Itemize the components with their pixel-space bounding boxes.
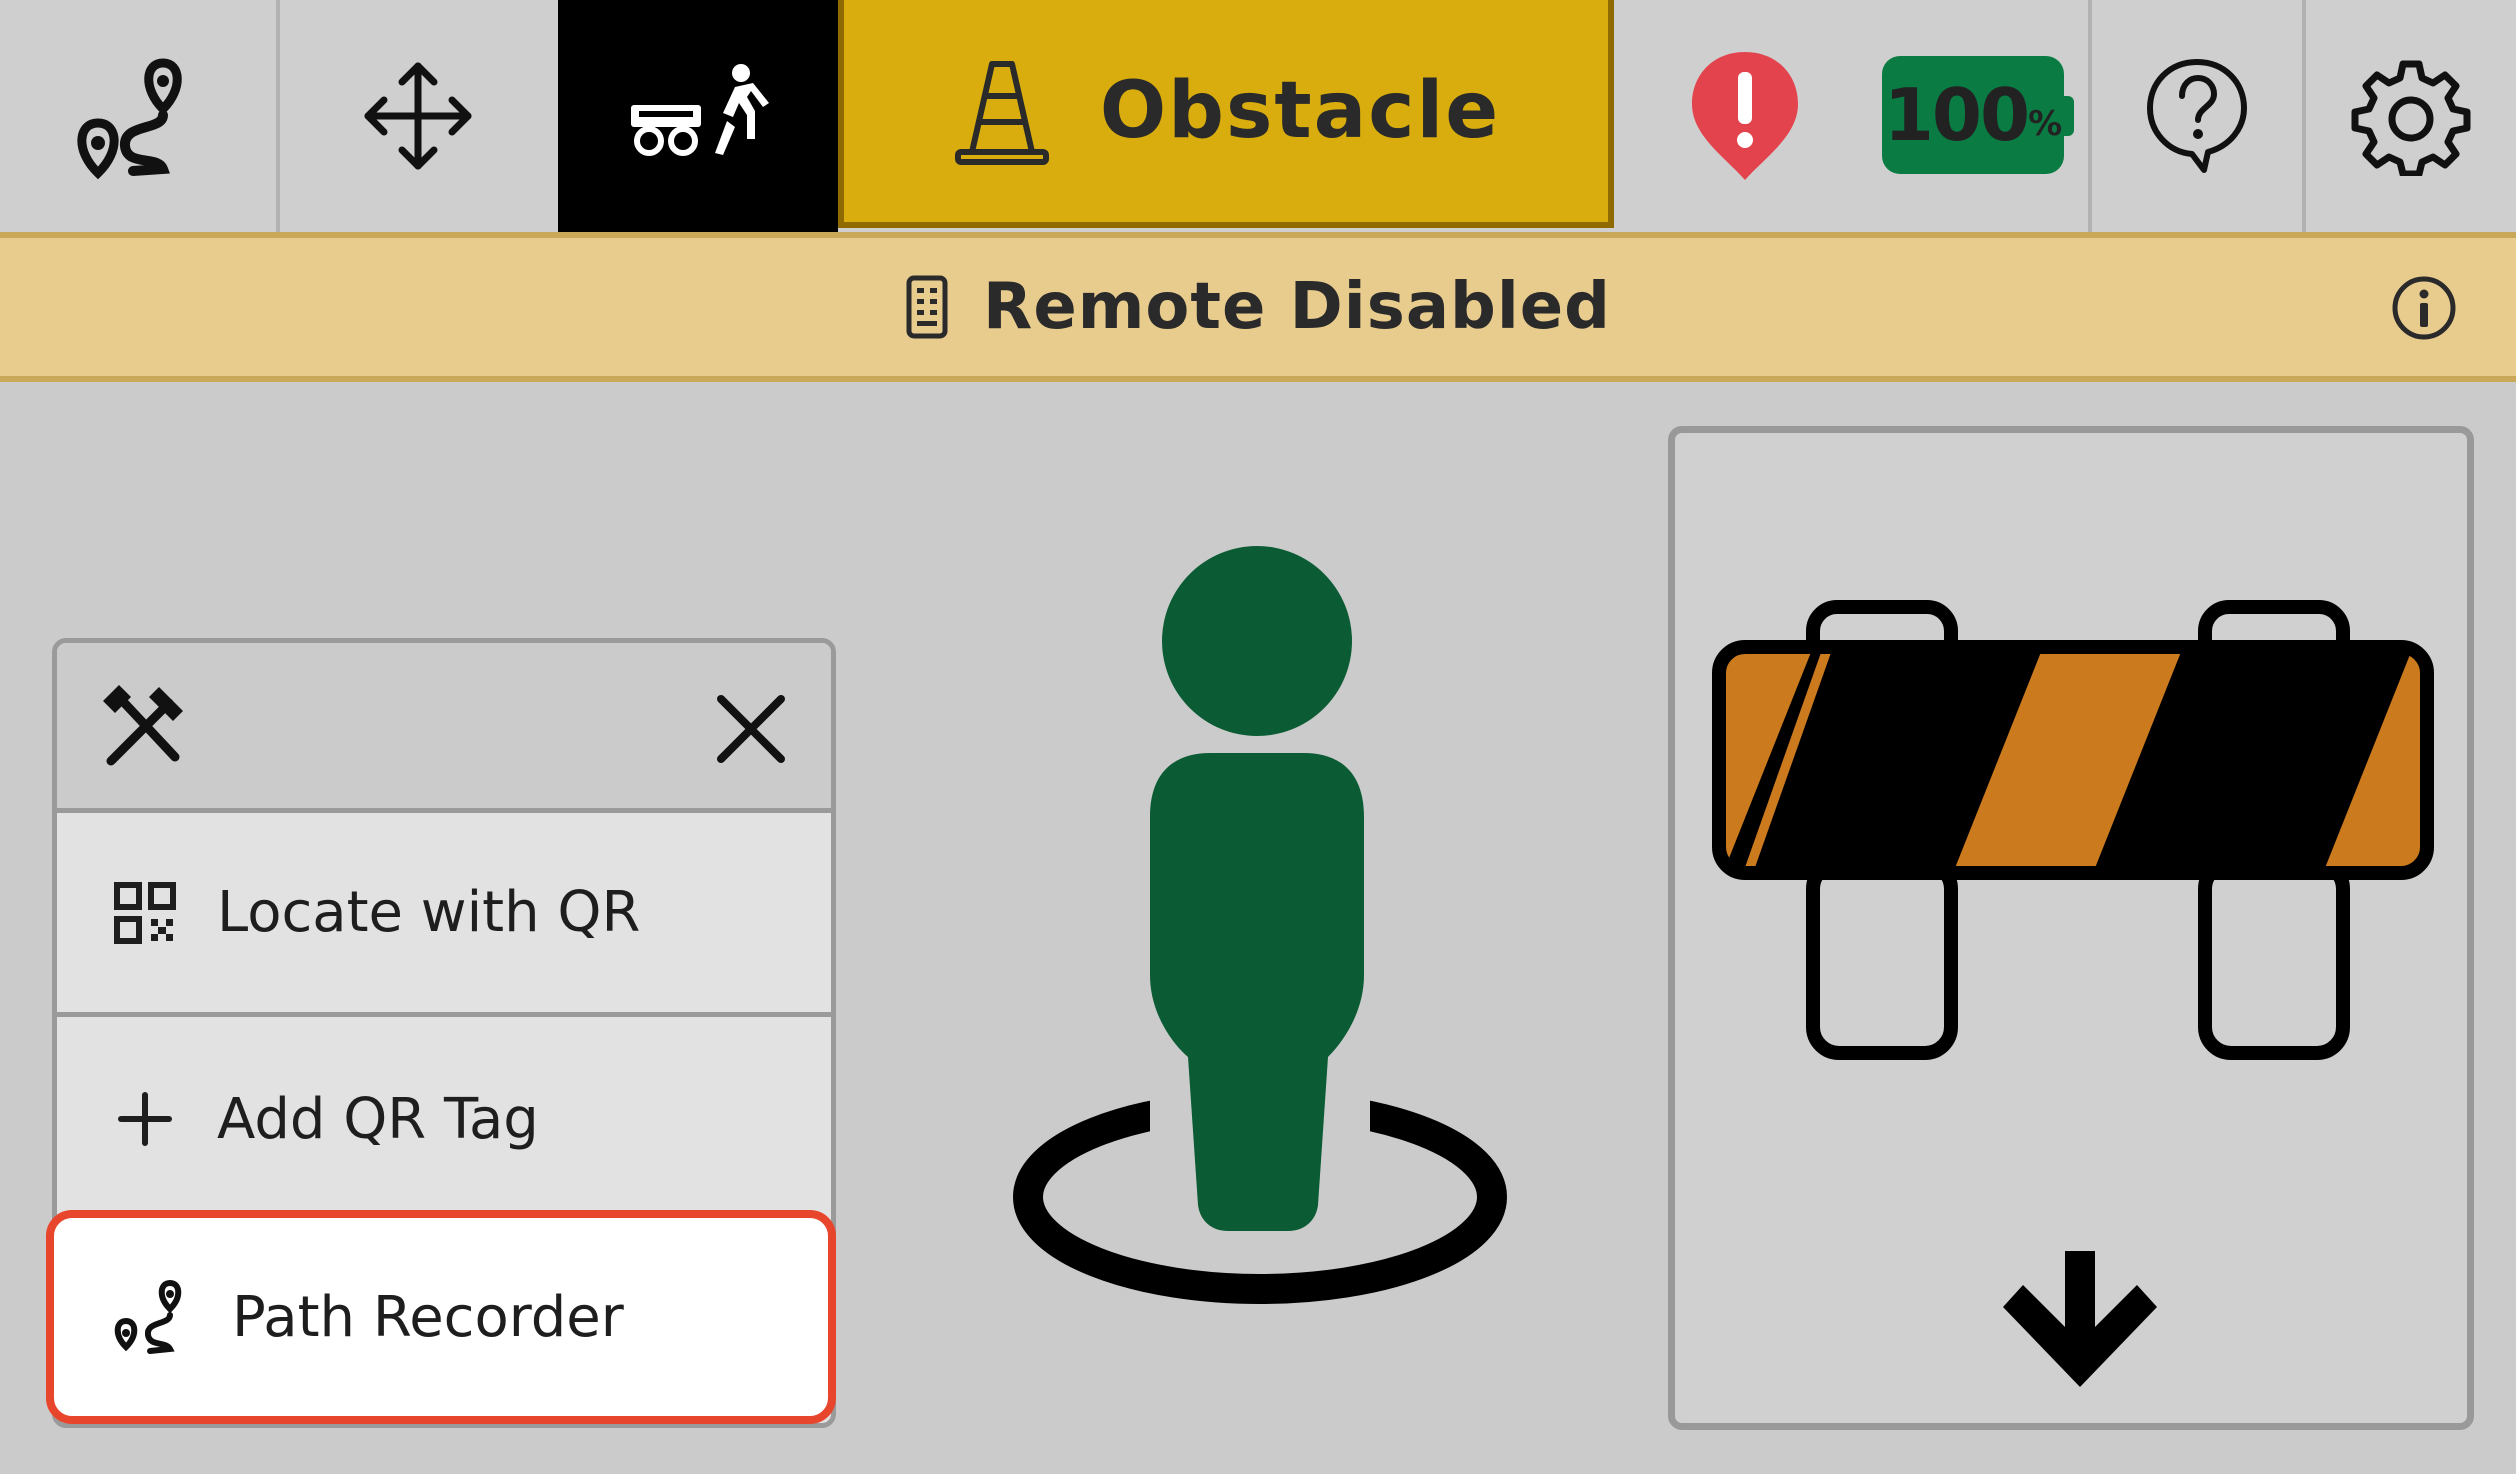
arrow-down-icon bbox=[2003, 1251, 2157, 1387]
route-icon bbox=[77, 58, 182, 180]
menu-item-label: Locate with QR bbox=[217, 880, 641, 945]
menu-item-add-qr-tag[interactable]: Add QR Tag bbox=[57, 1017, 831, 1221]
menu-item-path-recorder[interactable]: Path Recorder bbox=[46, 1210, 836, 1424]
traffic-cone-icon bbox=[954, 61, 1049, 165]
move-button[interactable] bbox=[280, 0, 556, 232]
route-icon bbox=[114, 1279, 182, 1354]
menu-item-locate-with-qr[interactable]: Locate with QR bbox=[57, 813, 831, 1017]
road-barrier-icon bbox=[1712, 600, 2434, 1060]
alert-pin-icon bbox=[1692, 52, 1798, 180]
battery-value: 100 bbox=[1883, 73, 2030, 157]
person-location-graphic bbox=[1010, 545, 1510, 1329]
battery-indicator: 100% bbox=[1882, 56, 2064, 174]
remote-status-banner: Remote Disabled bbox=[0, 232, 2516, 382]
obstacle-card[interactable] bbox=[1668, 426, 2474, 1430]
follow-mode-button[interactable] bbox=[558, 0, 838, 232]
close-icon[interactable] bbox=[715, 693, 787, 765]
menu-item-label: Path Recorder bbox=[232, 1284, 624, 1350]
settings-button[interactable] bbox=[2306, 0, 2516, 232]
menu-item-label: Add QR Tag bbox=[217, 1086, 539, 1152]
top-toolbar: Obstacle 100% bbox=[0, 0, 2516, 232]
route-button[interactable] bbox=[0, 0, 276, 232]
remote-control-icon bbox=[906, 275, 948, 339]
banner-info-button[interactable] bbox=[2390, 274, 2458, 346]
move-arrows-icon bbox=[364, 62, 472, 170]
battery-unit: % bbox=[2028, 104, 2063, 144]
tools-icon bbox=[103, 685, 183, 766]
tools-menu-header bbox=[57, 643, 831, 813]
qr-code-icon bbox=[114, 881, 176, 944]
battery-terminal bbox=[2062, 96, 2074, 136]
remote-status-text: Remote Disabled bbox=[983, 270, 1611, 344]
info-icon bbox=[2392, 276, 2456, 340]
mode-label: Obstacle bbox=[1099, 66, 1501, 156]
alert-button[interactable] bbox=[1680, 0, 1810, 232]
robot-follow-person-icon bbox=[631, 64, 769, 156]
obstacle-mode-button[interactable]: Obstacle bbox=[838, 0, 1614, 228]
gear-icon bbox=[2351, 60, 2471, 176]
person-location-icon bbox=[1013, 546, 1507, 1304]
help-button[interactable] bbox=[2092, 0, 2302, 232]
help-icon bbox=[2147, 59, 2247, 173]
plus-icon bbox=[118, 1092, 172, 1146]
